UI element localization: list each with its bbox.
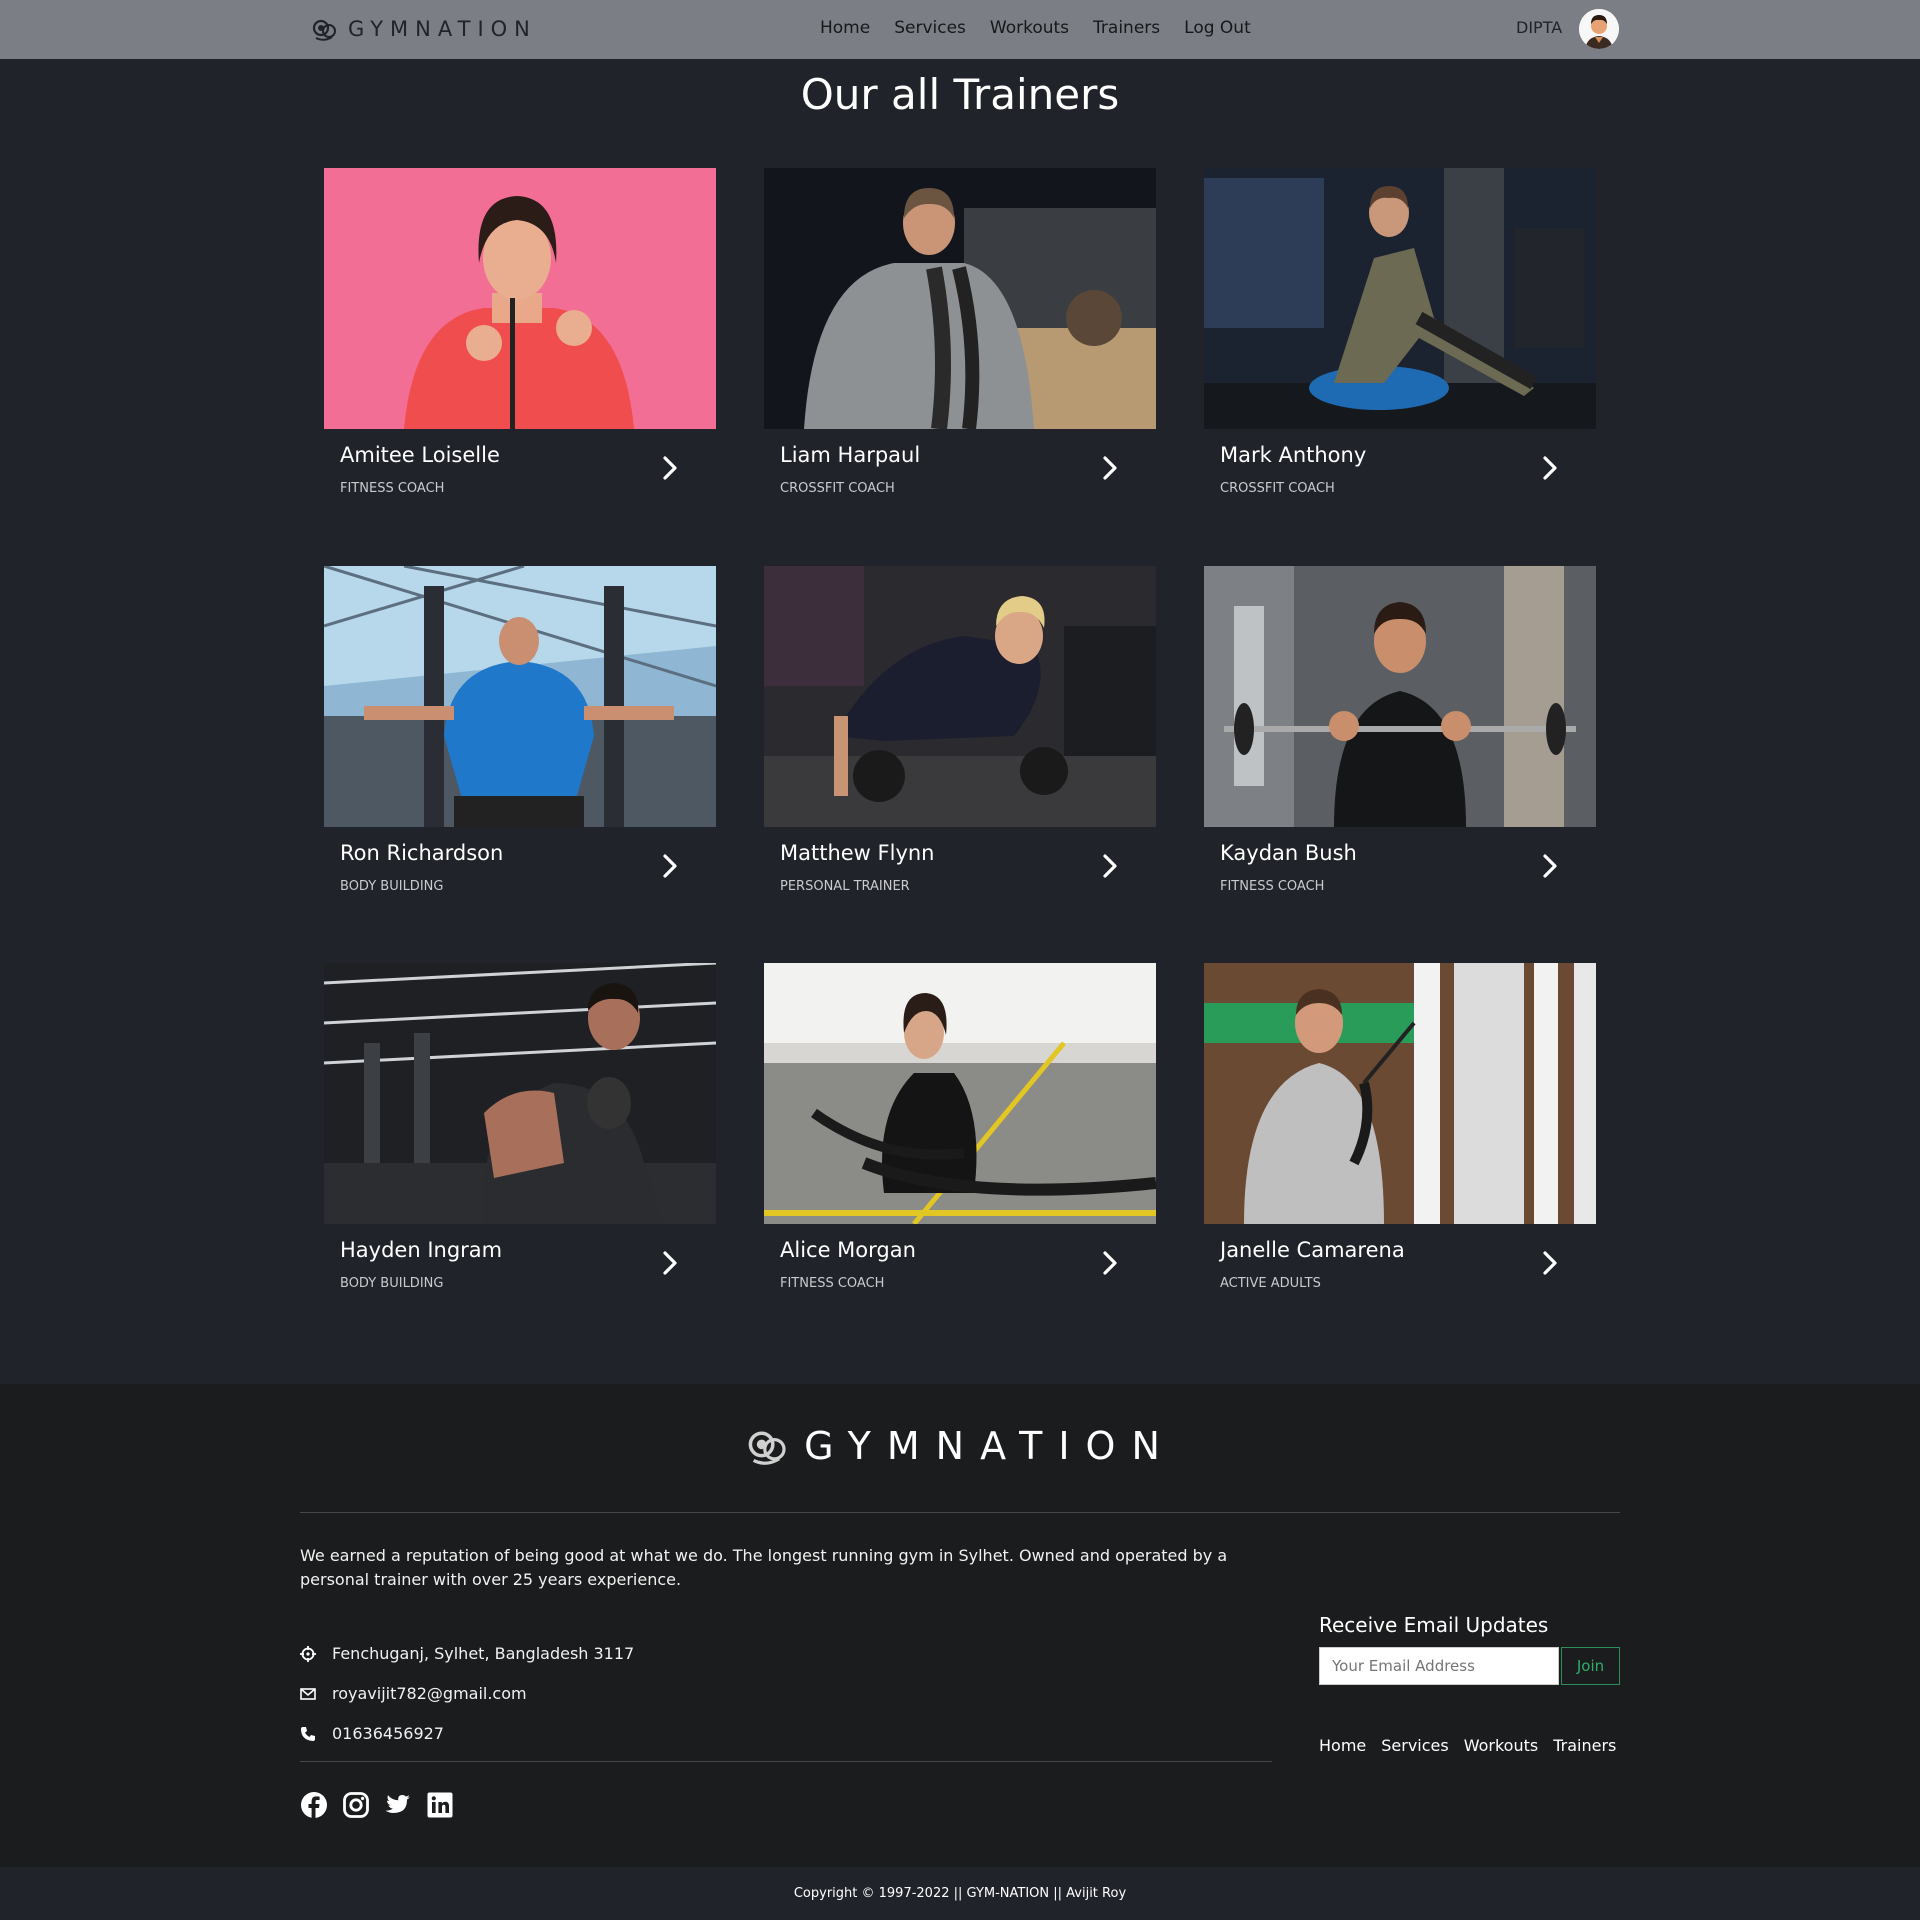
trainer-card[interactable]: Janelle Camarena ACTIVE ADULTS bbox=[1204, 963, 1596, 1323]
phone-icon bbox=[301, 1726, 315, 1741]
twitter-icon[interactable] bbox=[384, 1791, 412, 1819]
footer: GYMNATION bbox=[0, 1384, 1920, 1868]
trainer-name: Hayden Ingram bbox=[340, 1238, 503, 1262]
logo-icon bbox=[312, 19, 336, 41]
trainer-photo bbox=[764, 566, 1156, 827]
footer-link-home[interactable]: Home bbox=[1319, 1736, 1366, 1755]
trainer-photo bbox=[764, 963, 1156, 1224]
trainer-name: Mark Anthony bbox=[1220, 443, 1367, 467]
trainer-role: CROSSFIT COACH bbox=[1220, 481, 1335, 496]
footer-about: We earned a reputation of being good at … bbox=[300, 1546, 1228, 1589]
footer-logo[interactable]: GYMNATION bbox=[0, 1422, 1920, 1470]
nav-links: Home Services Workouts Trainers Log Out bbox=[820, 18, 1251, 38]
linkedin-icon[interactable] bbox=[426, 1791, 454, 1819]
footer-link-workouts[interactable]: Workouts bbox=[1464, 1736, 1538, 1755]
chevron-right-icon[interactable] bbox=[1096, 454, 1124, 482]
trainer-role: CROSSFIT COACH bbox=[780, 481, 895, 496]
trainer-role: FITNESS COACH bbox=[1220, 879, 1325, 894]
chevron-right-icon[interactable] bbox=[1536, 1249, 1564, 1277]
trainer-photo bbox=[324, 963, 716, 1224]
contact-phone: 01636456927 bbox=[300, 1724, 444, 1743]
avatar[interactable] bbox=[1579, 9, 1619, 49]
nav-brand: GYMNATION bbox=[348, 17, 537, 41]
nav-link-trainers[interactable]: Trainers bbox=[1093, 18, 1160, 38]
trainer-name: Janelle Camarena bbox=[1220, 1238, 1405, 1262]
email-input[interactable] bbox=[1319, 1647, 1559, 1685]
trainer-photo bbox=[324, 566, 716, 827]
trainer-card[interactable]: Ron Richardson BODY BUILDING bbox=[324, 566, 716, 926]
trainer-card[interactable]: Mark Anthony CROSSFIT COACH bbox=[1204, 168, 1596, 528]
logo-icon bbox=[748, 1431, 786, 1465]
trainer-name: Alice Morgan bbox=[780, 1238, 916, 1262]
social-links bbox=[300, 1791, 454, 1819]
trainer-card[interactable]: Kaydan Bush FITNESS COACH bbox=[1204, 566, 1596, 926]
user-name: DIPTA bbox=[1516, 18, 1563, 37]
chevron-right-icon[interactable] bbox=[656, 1249, 684, 1277]
trainer-role: ACTIVE ADULTS bbox=[1220, 1276, 1321, 1291]
trainer-role: BODY BUILDING bbox=[340, 1276, 444, 1291]
trainer-role: BODY BUILDING bbox=[340, 879, 444, 894]
chevron-right-icon[interactable] bbox=[656, 852, 684, 880]
footer-links: Home Services Workouts Trainers bbox=[1319, 1736, 1616, 1755]
divider bbox=[300, 1761, 1272, 1762]
trainer-card[interactable]: Matthew Flynn PERSONAL TRAINER bbox=[764, 566, 1156, 926]
trainer-name: Liam Harpaul bbox=[780, 443, 921, 467]
chevron-right-icon[interactable] bbox=[656, 454, 684, 482]
trainer-photo bbox=[1204, 168, 1596, 429]
chevron-right-icon[interactable] bbox=[1536, 852, 1564, 880]
trainer-card[interactable]: Liam Harpaul CROSSFIT COACH bbox=[764, 168, 1156, 528]
chevron-right-icon[interactable] bbox=[1536, 454, 1564, 482]
nav-link-logout[interactable]: Log Out bbox=[1184, 18, 1251, 38]
trainer-card[interactable]: Alice Morgan FITNESS COACH bbox=[764, 963, 1156, 1323]
address-text: Fenchuganj, Sylhet, Bangladesh 3117 bbox=[332, 1644, 635, 1663]
chevron-right-icon[interactable] bbox=[1096, 852, 1124, 880]
trainer-name: Amitee Loiselle bbox=[340, 443, 500, 467]
newsletter-title: Receive Email Updates bbox=[1319, 1613, 1549, 1637]
footer-link-services[interactable]: Services bbox=[1381, 1736, 1448, 1755]
trainer-photo bbox=[764, 168, 1156, 429]
footer-link-trainers[interactable]: Trainers bbox=[1553, 1736, 1616, 1755]
chevron-right-icon[interactable] bbox=[1096, 1249, 1124, 1277]
facebook-icon[interactable] bbox=[300, 1791, 328, 1819]
nav-link-workouts[interactable]: Workouts bbox=[990, 18, 1069, 38]
nav-link-home[interactable]: Home bbox=[820, 18, 870, 38]
trainer-role: FITNESS COACH bbox=[340, 481, 445, 496]
join-button[interactable]: Join bbox=[1561, 1647, 1620, 1685]
instagram-icon[interactable] bbox=[342, 1791, 370, 1819]
trainer-card[interactable]: Amitee Loiselle FITNESS COACH bbox=[324, 168, 716, 528]
email-text[interactable]: royavijit782@gmail.com bbox=[332, 1684, 527, 1703]
trainer-photo bbox=[324, 168, 716, 429]
trainer-role: FITNESS COACH bbox=[780, 1276, 885, 1291]
contact-address: Fenchuganj, Sylhet, Bangladesh 3117 bbox=[300, 1644, 634, 1663]
trainer-photo bbox=[1204, 566, 1596, 827]
page-title: Our all Trainers bbox=[800, 70, 1120, 119]
trainer-name: Ron Richardson bbox=[340, 841, 504, 865]
navbar: GYMNATION Home Services Workouts Trainer… bbox=[0, 0, 1920, 59]
trainer-photo bbox=[1204, 963, 1596, 1224]
trainer-role: PERSONAL TRAINER bbox=[780, 879, 910, 894]
nav-link-services[interactable]: Services bbox=[894, 18, 966, 38]
trainer-card[interactable]: Hayden Ingram BODY BUILDING bbox=[324, 963, 716, 1323]
mail-icon bbox=[300, 1687, 316, 1700]
contact-email: royavijit782@gmail.com bbox=[300, 1684, 527, 1703]
footer-brand: GYMNATION bbox=[804, 1424, 1176, 1468]
location-icon bbox=[300, 1645, 316, 1662]
phone-text[interactable]: 01636456927 bbox=[332, 1724, 444, 1743]
divider bbox=[300, 1512, 1620, 1513]
trainer-name: Matthew Flynn bbox=[780, 841, 935, 865]
nav-logo[interactable]: GYMNATION bbox=[310, 14, 537, 44]
trainer-name: Kaydan Bush bbox=[1220, 841, 1357, 865]
copyright: Copyright © 1997-2022 || GYM-NATION || A… bbox=[0, 1867, 1920, 1920]
